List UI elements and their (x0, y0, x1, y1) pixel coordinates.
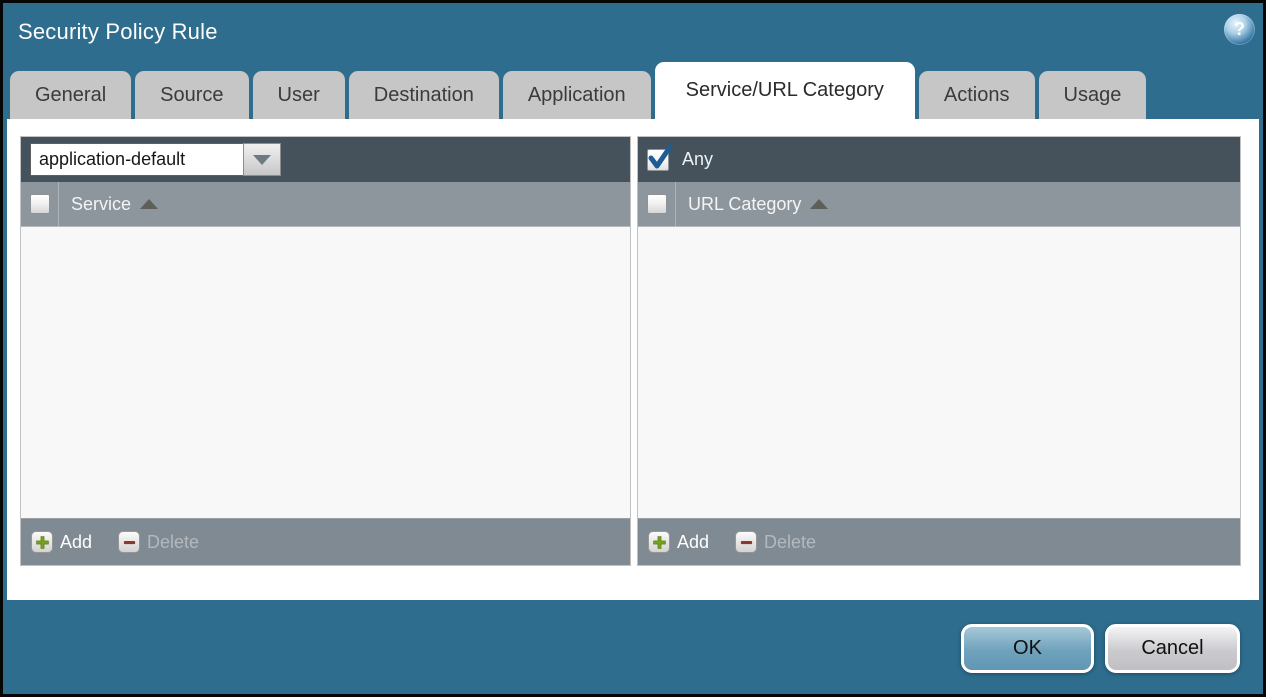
service-delete-label: Delete (147, 532, 199, 553)
tab-service-url-category[interactable]: Service/URL Category (655, 62, 915, 119)
plus-icon (31, 531, 53, 553)
url-category-add-button[interactable]: Add (648, 531, 709, 553)
tab-usage[interactable]: Usage (1039, 71, 1147, 119)
service-type-dropdown-button[interactable] (243, 143, 281, 176)
any-checkbox-label[interactable]: Any (682, 149, 713, 170)
url-category-list (638, 227, 1240, 518)
tab-destination[interactable]: Destination (349, 71, 499, 119)
url-category-column-header: URL Category (638, 182, 1240, 227)
url-category-any-bar: Any (638, 137, 1240, 182)
service-add-label: Add (60, 532, 92, 553)
service-select-all-checkbox[interactable] (30, 194, 50, 214)
tab-application[interactable]: Application (503, 71, 651, 119)
service-column-header: Service (21, 182, 630, 227)
service-panel: application-default Service (20, 136, 631, 566)
url-category-column-label[interactable]: URL Category (688, 194, 801, 215)
dialog-title: Security Policy Rule (18, 19, 218, 45)
service-type-dropdown-value[interactable]: application-default (30, 143, 243, 176)
tab-actions[interactable]: Actions (919, 71, 1035, 119)
url-category-select-all-checkbox[interactable] (647, 194, 667, 214)
service-list (21, 227, 630, 518)
service-type-dropdown[interactable]: application-default (30, 143, 281, 176)
help-icon[interactable]: ? (1224, 14, 1255, 45)
url-category-toolbar: Add Delete (638, 518, 1240, 565)
tab-general[interactable]: General (10, 71, 131, 119)
sort-ascending-icon[interactable] (810, 199, 828, 209)
ok-button[interactable]: OK (961, 624, 1094, 673)
plus-icon (648, 531, 670, 553)
url-category-panel: Any URL Category Add (637, 136, 1241, 566)
service-delete-button[interactable]: Delete (118, 531, 199, 553)
tab-source[interactable]: Source (135, 71, 248, 119)
url-category-delete-label: Delete (764, 532, 816, 553)
tab-content-area: application-default Service (7, 119, 1259, 600)
minus-icon (735, 531, 757, 553)
service-toolbar: Add Delete (21, 518, 630, 565)
checkmark-icon (646, 143, 674, 171)
service-column-label[interactable]: Service (71, 194, 131, 215)
url-category-add-label: Add (677, 532, 709, 553)
cancel-button[interactable]: Cancel (1105, 624, 1240, 673)
help-icon-glyph: ? (1234, 19, 1245, 40)
url-category-delete-button[interactable]: Delete (735, 531, 816, 553)
tab-user[interactable]: User (253, 71, 345, 119)
sort-ascending-icon[interactable] (140, 199, 158, 209)
service-select-all-cell (21, 182, 59, 226)
security-policy-rule-dialog: Security Policy Rule ? General Source Us… (0, 0, 1266, 697)
service-select-bar: application-default (21, 137, 630, 182)
minus-icon (118, 531, 140, 553)
chevron-down-icon (253, 155, 271, 165)
any-checkbox[interactable] (647, 149, 669, 171)
service-add-button[interactable]: Add (31, 531, 92, 553)
url-category-select-all-cell (638, 182, 676, 226)
tab-bar: General Source User Destination Applicat… (10, 62, 1146, 119)
